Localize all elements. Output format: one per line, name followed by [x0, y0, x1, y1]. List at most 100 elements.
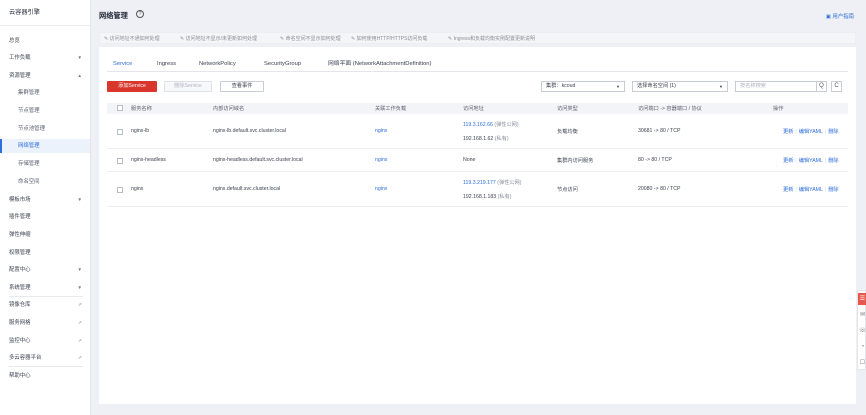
port-mapping: 20080 -> 80 / TCP: [638, 186, 681, 192]
row-checkbox[interactable]: [117, 129, 123, 135]
sidebar-item-network[interactable]: 网络管理: [0, 139, 90, 153]
column-header: 操作: [773, 106, 784, 112]
row-actions: 更新 | 编辑YAML | 删除: [783, 129, 839, 135]
phone-icon[interactable]: ☏: [858, 325, 866, 337]
sidebar-divider: [9, 296, 83, 297]
sidebar-item-clusters[interactable]: 集群管理: [0, 86, 90, 100]
sidebar-item-storage[interactable]: 存储管理: [0, 157, 90, 171]
select-all-checkbox[interactable]: [117, 105, 123, 111]
sidebar-item-autoscaling[interactable]: 弹性伸缩: [0, 228, 90, 242]
chevron-down-icon: ▼: [77, 267, 82, 272]
sidebar-item-addons[interactable]: 插件管理: [0, 210, 90, 224]
tab-service[interactable]: Service: [113, 58, 133, 72]
port-mapping: 80 -> 80 / TCP: [638, 157, 672, 163]
table-row: nginx nginx.default.svc.cluster.local ng…: [107, 173, 848, 207]
access-address: 119.3.219.177 (弹性公网): [463, 180, 522, 186]
edit-yaml-link[interactable]: 编辑YAML: [799, 158, 823, 164]
workload-link[interactable]: nginx: [375, 128, 387, 134]
external-link-icon: ⇗: [77, 355, 82, 361]
sidebar-item-multicloud[interactable]: 多云容器平台 ⇗: [0, 351, 90, 365]
view-events-button[interactable]: 查看事件: [220, 81, 264, 92]
access-type: 节点访问: [557, 187, 578, 193]
table-header: 服务名称 内部访问域名 关联工作负载 访问地址 访问类型 访问端口 -> 容器端…: [107, 103, 848, 114]
caret-down-icon: ▼: [616, 84, 620, 89]
chevron-down-icon: ▼: [77, 285, 82, 290]
edit-yaml-link[interactable]: 编辑YAML: [799, 187, 823, 193]
sidebar-item-system[interactable]: 系统管理 ▼: [0, 281, 90, 295]
cluster-select[interactable]: 集群：kcoud ▼: [541, 81, 625, 92]
sidebar-divider: [9, 366, 83, 367]
sidebar-item-permissions[interactable]: 权限管理: [0, 246, 90, 260]
caret-down-icon: ▼: [719, 84, 723, 89]
tip-link[interactable]: ✎ 访问地址不显示/未更新如何处理: [180, 35, 257, 42]
edit-yaml-link[interactable]: 编辑YAML: [799, 129, 823, 135]
search-input[interactable]: 按名称搜索 Q: [735, 81, 827, 92]
sidebar-item-monitoring[interactable]: 监控中心 ⇗: [0, 334, 90, 348]
tip-link[interactable]: ✎ 如何使用HTTP/HTTPS访问负载: [351, 35, 427, 42]
row-checkbox[interactable]: [117, 158, 123, 164]
sidebar-item-nodes[interactable]: 节点管理: [0, 104, 90, 118]
sidebar-item-node-pools[interactable]: 节点池管理: [0, 122, 90, 136]
sidebar-item-resources[interactable]: 资源管理 ▲: [0, 69, 90, 83]
tips-bar: ✎ 访问地址不通如何处理 ✎ 访问地址不显示/未更新如何处理 ✎ 命名空间不显示…: [99, 32, 856, 44]
chevron-up-icon: ▲: [77, 73, 82, 78]
user-guide-link[interactable]: ▣ 用户指南: [826, 12, 854, 20]
workload-link[interactable]: nginx: [375, 186, 387, 192]
chevron-down-icon: ▼: [77, 55, 82, 60]
namespace-select[interactable]: 选择命名空间 (1) ▼: [632, 81, 728, 92]
access-address: None: [463, 157, 476, 163]
refresh-icon[interactable]: C: [831, 81, 842, 92]
internal-domain: nginx-lb.default.svc.cluster.local: [213, 128, 286, 134]
internal-domain: nginx.default.svc.cluster.local: [213, 186, 281, 192]
delete-service-button[interactable]: 删除Service: [164, 81, 212, 92]
add-service-button[interactable]: 添加Service: [107, 81, 157, 92]
mail-icon[interactable]: ✉: [858, 309, 866, 321]
delete-link[interactable]: 删除: [828, 187, 838, 193]
feedback-icon[interactable]: ☐: [858, 357, 866, 369]
sidebar-item-templates[interactable]: 模板市场 ▼: [0, 193, 90, 207]
menu-icon[interactable]: ☰: [858, 293, 866, 305]
update-link[interactable]: 更新: [783, 158, 793, 164]
clock-icon[interactable]: ◔: [858, 341, 866, 353]
search-icon[interactable]: Q: [816, 82, 826, 91]
update-link[interactable]: 更新: [783, 129, 793, 135]
sidebar-item-overview[interactable]: 总览: [0, 34, 90, 48]
row-checkbox[interactable]: [117, 187, 123, 193]
column-header: 访问地址: [463, 106, 484, 112]
row-actions: 更新 | 编辑YAML | 删除: [783, 158, 839, 164]
table-row: nginx-headless nginx-headless.default.sv…: [107, 150, 848, 172]
help-icon[interactable]: ?: [136, 10, 144, 18]
delete-link[interactable]: 删除: [828, 158, 838, 164]
sidebar-item-config-center[interactable]: 配置中心 ▼: [0, 263, 90, 277]
access-address: 192.168.1.62 (私有): [463, 136, 509, 142]
tab-network-attachment[interactable]: 网络平面 (NetworkAttachmentDefinition): [328, 58, 431, 72]
sidebar-item-namespaces[interactable]: 命名空间: [0, 175, 90, 189]
sidebar-title: 云容器引擎: [0, 0, 90, 26]
sidebar-item-workloads[interactable]: 工作负载 ▼: [0, 51, 90, 65]
tip-link[interactable]: ✎ 访问地址不通如何处理: [104, 35, 160, 42]
page-header: 网络管理 ? ▣ 用户指南: [91, 0, 866, 30]
tab-networkpolicy[interactable]: NetworkPolicy: [199, 58, 236, 72]
update-link[interactable]: 更新: [783, 187, 793, 193]
access-address: 192.168.1.183 (私有): [463, 194, 512, 200]
floating-toolbar: ☰ ✉ ☏ ◔ ☐: [857, 290, 866, 370]
external-link-icon: ⇗: [77, 320, 82, 326]
chevron-down-icon: ▼: [77, 197, 82, 202]
column-header: 内部访问域名: [213, 106, 245, 112]
delete-link[interactable]: 删除: [828, 129, 838, 135]
tab-ingress[interactable]: Ingress: [157, 58, 176, 72]
tab-divider: [107, 71, 848, 72]
tip-link[interactable]: ✎ Ingress和负载均衡实例配置更新说明: [448, 35, 535, 42]
sidebar-item-image-repo[interactable]: 镜像仓库 ⇗: [0, 298, 90, 312]
sidebar-item-service-mesh[interactable]: 服务网格 ⇗: [0, 316, 90, 330]
sidebar-item-help[interactable]: 帮助中心: [0, 369, 90, 383]
port-mapping: 30681 -> 80 / TCP: [638, 128, 681, 134]
tip-link[interactable]: ✎ 命名空间不显示如何处理: [280, 35, 341, 42]
service-name: nginx-headless: [131, 157, 166, 163]
external-link-icon: ⇗: [77, 338, 82, 344]
access-type: 负载均衡: [557, 129, 578, 135]
tab-securitygroup[interactable]: SecurityGroup: [264, 58, 301, 72]
content-panel: Service Ingress NetworkPolicy SecurityGr…: [99, 47, 856, 404]
workload-link[interactable]: nginx: [375, 157, 387, 163]
column-header: 服务名称: [131, 106, 152, 112]
